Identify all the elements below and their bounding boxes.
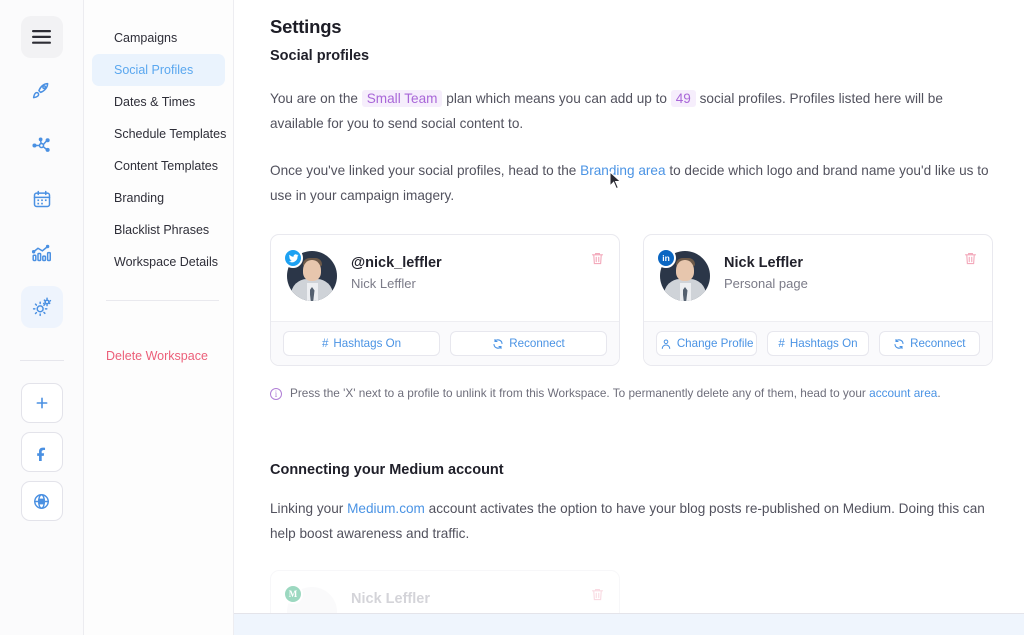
medium-section-heading: Connecting your Medium account: [270, 462, 504, 478]
subnav-item-dates-times[interactable]: Dates & Times: [92, 86, 225, 118]
analytics-icon: [31, 244, 51, 261]
calendar-icon-button[interactable]: [21, 178, 63, 220]
trash-icon: [964, 252, 977, 265]
app-window: Campaigns Social Profiles Dates & Times …: [0, 0, 1024, 635]
social-profile-card-twitter: @nick_leffler Nick Leffler # Hashtags On: [270, 234, 620, 366]
plan-name-highlight: Small Team: [361, 90, 443, 107]
network-icon: [32, 136, 50, 152]
account-area-link[interactable]: account area: [869, 386, 937, 400]
card-body: @nick_leffler Nick Leffler: [271, 235, 619, 321]
subnav-item-blacklist-phrases[interactable]: Blacklist Phrases: [92, 214, 225, 246]
add-workspace-button[interactable]: [20, 383, 63, 423]
profile-handle: Nick Leffler: [724, 255, 803, 271]
twitter-bird-icon: [288, 253, 299, 262]
subnav-divider: [106, 300, 219, 301]
plus-icon: [36, 397, 47, 409]
medium-text-1: Linking your: [270, 501, 348, 516]
rail-divider: [19, 360, 64, 361]
settings-gears-icon: [32, 297, 51, 317]
reconnect-button[interactable]: Reconnect: [450, 331, 607, 356]
settings-gears-icon-button[interactable]: [20, 286, 63, 328]
hashtag-icon: #: [778, 337, 785, 350]
subnav-item-workspace-details[interactable]: Workspace Details: [92, 246, 225, 278]
avatar-wrapper: in: [656, 248, 710, 301]
card-body: in Nick Leffler Personal page: [644, 235, 992, 321]
reconnect-label: Reconnect: [509, 337, 565, 350]
page-title: Settings: [270, 16, 342, 37]
branding-text-1: Once you've linked your social profiles,…: [270, 163, 581, 178]
social-profile-card-linkedin: in Nick Leffler Personal page Change Pro…: [643, 234, 993, 366]
profile-handle: Nick Leffler: [351, 591, 430, 607]
subnav-item-schedule-templates[interactable]: Schedule Templates: [92, 118, 226, 150]
hashtags-toggle-button[interactable]: # Hashtags On: [283, 331, 440, 356]
reconnect-label: Reconnect: [910, 337, 966, 350]
card-names: Nick Leffler Personal page: [724, 251, 808, 301]
bottom-loading-band: [234, 613, 1024, 635]
avatar-wrapper: [283, 248, 337, 301]
plan-intro-paragraph: You are on the Small Team plan which mea…: [270, 86, 992, 136]
info-icon: i: [270, 388, 282, 400]
menu-icon-button[interactable]: [20, 16, 63, 58]
rocket-icon-button[interactable]: [21, 70, 63, 112]
person-icon: [661, 338, 671, 349]
facebook-workspace-button[interactable]: [20, 432, 63, 472]
profile-limit-highlight: 49: [670, 90, 696, 107]
note-text: Press the 'X' next to a profile to unlin…: [290, 386, 870, 400]
subnav-item-campaigns[interactable]: Campaigns: [92, 22, 225, 54]
analytics-icon-button[interactable]: [21, 232, 63, 274]
card-actions: Change Profile # Hashtags On Reconnect: [644, 321, 992, 365]
change-profile-button[interactable]: Change Profile: [656, 331, 758, 356]
linkedin-badge-icon: in: [656, 248, 676, 268]
mouse-cursor: [609, 171, 622, 190]
card-names: @nick_leffler Nick Leffler: [351, 251, 442, 301]
card-actions: # Hashtags On Reconnect: [271, 321, 619, 365]
profile-subtitle: Personal page: [724, 276, 808, 291]
branding-area-link[interactable]: Branding area: [580, 163, 665, 178]
subnav-item-branding[interactable]: Branding: [92, 182, 225, 214]
medium-badge-icon: M: [283, 584, 303, 604]
refresh-icon: [894, 338, 904, 349]
social-profile-cards: @nick_leffler Nick Leffler # Hashtags On: [270, 234, 994, 366]
hashtag-icon: #: [321, 337, 329, 350]
icon-rail: [0, 0, 84, 635]
delete-profile-button[interactable]: [963, 250, 978, 272]
twitter-badge-icon: [283, 248, 303, 268]
profile-handle: @nick_leffler: [351, 255, 442, 271]
hashtags-toggle-button[interactable]: # Hashtags On: [767, 331, 869, 356]
main-content: Settings Social profiles You are on the …: [234, 0, 1024, 635]
trash-icon: [591, 588, 604, 601]
globe-icon: [34, 493, 49, 509]
rocket-icon: [32, 82, 49, 98]
menu-icon: [32, 30, 51, 44]
page-subtitle: Social profiles: [270, 48, 370, 64]
hashtags-label: Hashtags On: [333, 337, 402, 350]
change-profile-label: Change Profile: [676, 337, 754, 350]
globe-workspace-button[interactable]: [20, 481, 63, 521]
delete-profile-button[interactable]: [590, 250, 605, 272]
trash-icon: [591, 252, 604, 265]
unlink-note: i Press the 'X' next to a profile to unl…: [270, 386, 994, 400]
medium-paragraph: Linking your Medium.com account activate…: [270, 496, 992, 546]
medium-com-link[interactable]: Medium.com: [347, 501, 425, 516]
subnav-item-social-profiles[interactable]: Social Profiles: [92, 54, 225, 86]
network-icon-button[interactable]: [21, 124, 63, 166]
plan-intro-text-2: plan which means you can add up to: [442, 91, 671, 106]
profile-subtitle: Nick Leffler: [351, 276, 416, 291]
refresh-icon: [493, 338, 503, 349]
unlink-note-text: Press the 'X' next to a profile to unlin…: [290, 386, 941, 400]
reconnect-button[interactable]: Reconnect: [878, 331, 980, 356]
note-end: .: [937, 386, 941, 400]
settings-section-nav: Campaigns Social Profiles Dates & Times …: [84, 0, 234, 635]
branding-paragraph: Once you've linked your social profiles,…: [270, 158, 992, 208]
hashtags-label: Hashtags On: [789, 337, 858, 350]
plan-intro-text-1: You are on the: [270, 91, 362, 106]
subnav-item-content-templates[interactable]: Content Templates: [92, 150, 225, 182]
facebook-icon: [37, 447, 46, 461]
delete-profile-button[interactable]: [590, 586, 605, 608]
delete-workspace-link[interactable]: Delete Workspace: [84, 349, 233, 363]
calendar-icon: [33, 190, 50, 208]
